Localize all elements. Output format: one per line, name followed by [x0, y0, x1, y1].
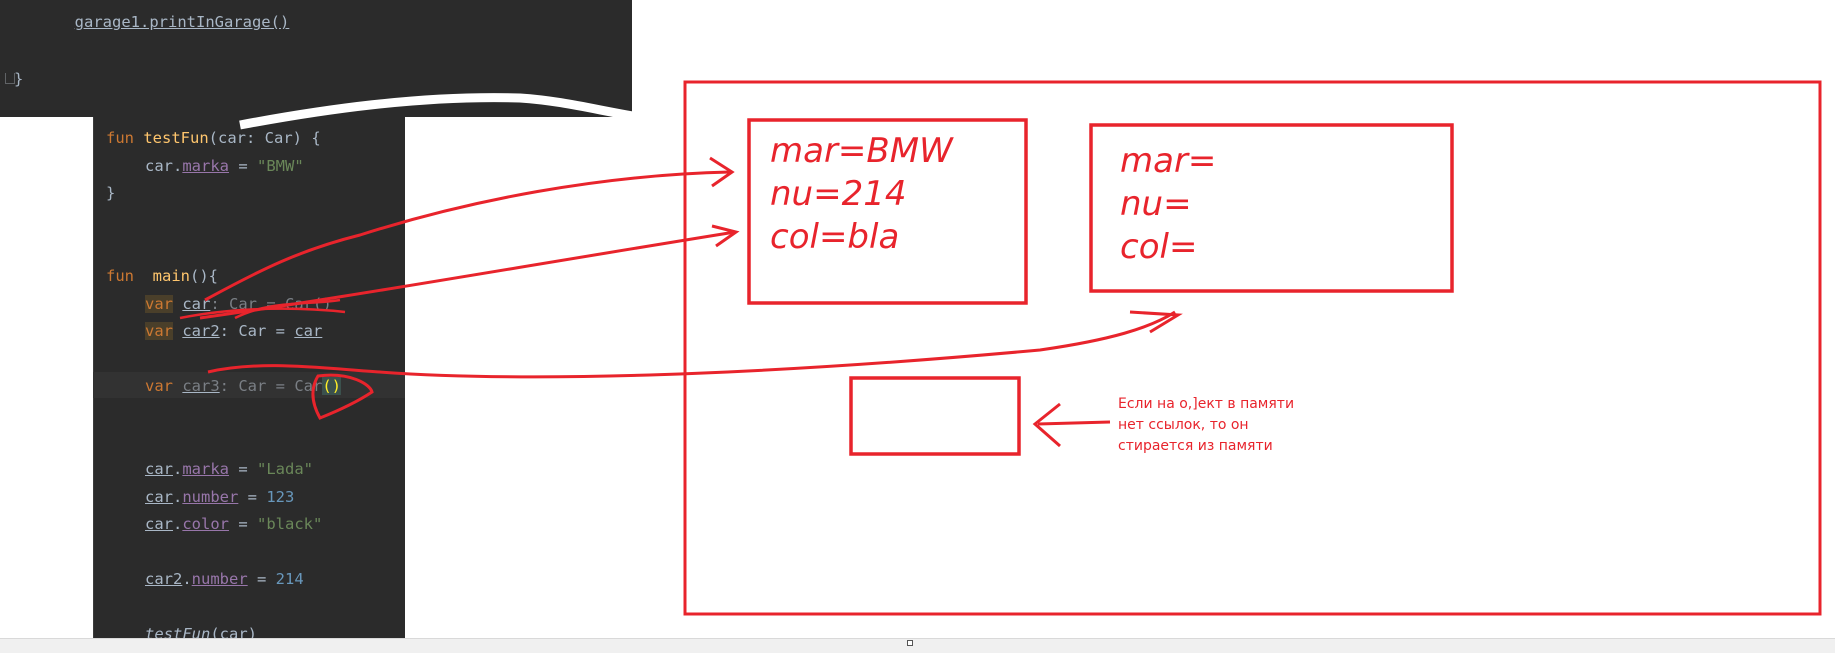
box2-line2: nu= [1120, 184, 1192, 224]
note-line-2: нет ссылок, то он [1118, 417, 1249, 433]
arrow-note [1037, 420, 1111, 426]
box1-line1: mar=BMW [770, 131, 954, 171]
eraser-stroke [239, 93, 701, 130]
box2-line3: col= [1120, 227, 1197, 267]
note-line-1: Если на о,]ект в памяти [1118, 396, 1295, 412]
box1-line2: nu=214 [770, 174, 906, 214]
arrow-car [204, 170, 731, 302]
box2-line1: mar= [1120, 141, 1216, 181]
object-box-3 [849, 376, 1021, 456]
annotation-drawing: mar=BMW nu=214 col=bla mar= nu= col= [179, 80, 1822, 616]
gc-note: Если на о,]ект в памяти нет ссылок, то о… [1118, 394, 1348, 457]
note-line-3: стирается из памяти [1118, 438, 1273, 454]
paren-circle [311, 373, 374, 420]
arrow-car3 [207, 310, 1176, 379]
resize-handle[interactable] [907, 640, 913, 646]
canvas-bottom-edge [0, 638, 1835, 653]
box1-line3: col=bla [770, 217, 899, 257]
